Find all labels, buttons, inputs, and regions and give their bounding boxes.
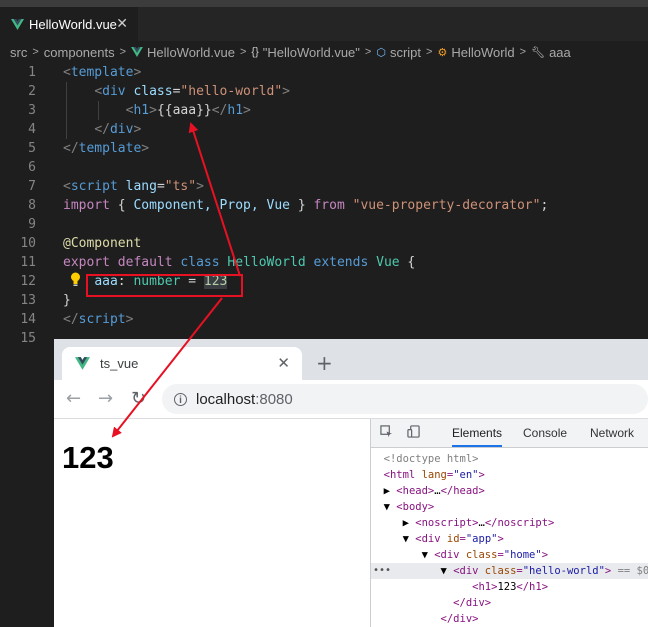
breadcrumb-src[interactable]: src xyxy=(10,45,27,60)
wrench-icon: 🔧︎ xyxy=(531,46,546,59)
url-host: localhost xyxy=(196,390,256,408)
dom-node[interactable]: ▼ <div class="home"> xyxy=(371,547,648,563)
page-heading: 123 xyxy=(62,440,114,475)
class-icon: ⚙ xyxy=(437,46,448,59)
line-number: 6 xyxy=(28,160,36,175)
annotation-highlight-box xyxy=(86,274,243,297)
code-line-11: export default class HelloWorld extends … xyxy=(63,255,416,270)
back-arrow-icon[interactable]: ← xyxy=(66,388,81,409)
vue-favicon-icon xyxy=(75,357,90,370)
inspect-element-icon[interactable] xyxy=(380,425,393,438)
devtools-tab-console[interactable]: Console xyxy=(523,426,567,440)
address-bar[interactable]: i localhost:8080 xyxy=(162,384,648,414)
close-tab-icon[interactable]: ✕ xyxy=(277,354,290,372)
line-number: 8 xyxy=(28,198,36,213)
line-number: 14 xyxy=(20,312,36,327)
line-number: 1 xyxy=(28,65,36,80)
chevron-right-icon: > xyxy=(32,46,39,58)
code-line-2: <div class="hello-world"> xyxy=(94,84,290,99)
braces-icon: {} xyxy=(251,46,259,58)
lightbulb-icon[interactable] xyxy=(70,272,81,287)
chevron-right-icon: > xyxy=(426,46,433,58)
code-line-4: </div> xyxy=(94,122,142,137)
dom-node[interactable]: ▼ <body> xyxy=(371,499,648,515)
chevron-right-icon: > xyxy=(519,46,527,58)
line-number: 11 xyxy=(20,255,36,270)
breadcrumb-module-label: "HelloWorld.vue" xyxy=(262,44,360,60)
reload-icon[interactable]: ↻ xyxy=(131,388,146,409)
editor-tab-label: HelloWorld.vue xyxy=(29,16,117,32)
dom-node[interactable]: <html lang="en"> xyxy=(371,467,648,483)
breadcrumb: src > components > HelloWorld.vue > {} "… xyxy=(0,41,648,63)
line-number: 13 xyxy=(20,293,36,308)
page-viewport: 123 xyxy=(54,419,370,627)
devtools-panel: Elements Console Network <!doctype html>… xyxy=(370,419,648,627)
dom-node[interactable]: ▶ <head>…</head> xyxy=(371,483,648,499)
breadcrumb-file[interactable]: HelloWorld.vue xyxy=(131,45,235,60)
browser-tab-strip: ts_vue ✕ + xyxy=(54,339,648,380)
breadcrumb-class-label: HelloWorld xyxy=(451,44,515,60)
line-number: 10 xyxy=(20,236,36,251)
breadcrumb-components[interactable]: components xyxy=(44,45,115,60)
editor-tab-bar: HelloWorld.vue ✕ xyxy=(0,0,648,41)
line-number: 9 xyxy=(28,217,36,232)
dom-node[interactable]: ▼ <div id="app"> xyxy=(371,531,648,547)
device-toolbar-icon[interactable] xyxy=(407,425,420,438)
devtools-tab-elements[interactable]: Elements xyxy=(452,426,503,447)
code-line-10: @Component xyxy=(63,236,142,251)
code-line-3: <h1>{{aaa}}</h1> xyxy=(125,103,251,118)
breadcrumb-property[interactable]: 🔧︎ aaa xyxy=(531,45,571,60)
cube-icon: ⬡ xyxy=(376,46,386,59)
breadcrumb-module[interactable]: {} "HelloWorld.vue" xyxy=(251,45,360,60)
dom-node[interactable]: <h1>123</h1> xyxy=(371,579,648,595)
breadcrumb-script-label: script xyxy=(389,44,422,60)
line-number: 3 xyxy=(28,103,36,118)
code-line-14: </script> xyxy=(63,312,134,327)
line-number: 2 xyxy=(28,84,36,99)
browser-toolbar: ← → ↻ i localhost:8080 xyxy=(54,380,648,419)
url-port: :8080 xyxy=(255,390,293,408)
vue-file-icon xyxy=(131,47,143,57)
chevron-right-icon: > xyxy=(239,46,247,58)
breadcrumb-script[interactable]: ⬡ script xyxy=(376,45,421,60)
new-tab-button[interactable]: + xyxy=(316,351,333,375)
more-icon[interactable]: ••• xyxy=(373,563,391,579)
code-editor[interactable]: <template> <div class="hello-world"> <h1… xyxy=(63,63,648,348)
dom-tree[interactable]: <!doctype html> <html lang="en"> ▶ <head… xyxy=(371,451,648,627)
browser-window: ts_vue ✕ + ← → ↻ i localhost:8080 123 El… xyxy=(54,339,648,627)
title-strip xyxy=(0,0,648,7)
dom-node[interactable]: ▶ <noscript>…</noscript> xyxy=(371,515,648,531)
dom-node[interactable]: </div> xyxy=(371,595,648,611)
breadcrumb-class[interactable]: ⚙ HelloWorld xyxy=(437,45,514,60)
vue-file-icon xyxy=(11,18,24,30)
chevron-right-icon: > xyxy=(119,46,127,58)
breadcrumb-property-label: aaa xyxy=(549,44,571,60)
breadcrumb-file-label: HelloWorld.vue xyxy=(147,44,235,60)
editor-tab-helloworld[interactable]: HelloWorld.vue ✕ xyxy=(0,7,138,41)
chevron-right-icon: > xyxy=(364,46,372,58)
close-tab-icon[interactable]: ✕ xyxy=(116,15,128,32)
browser-tab-title: ts_vue xyxy=(100,356,139,371)
line-number-gutter: 1 2 3 4 5 6 7 8 9 10 11 12 13 14 15 xyxy=(0,63,48,348)
dom-node[interactable]: </div> xyxy=(371,611,648,627)
forward-arrow-icon[interactable]: → xyxy=(98,388,113,409)
line-number: 15 xyxy=(20,331,36,346)
selected-marker: == $0 xyxy=(617,565,648,577)
line-number: 12 xyxy=(20,274,36,289)
code-line-8: import { Component, Prop, Vue } from "vu… xyxy=(63,198,549,213)
devtools-tab-network[interactable]: Network xyxy=(590,426,634,440)
line-number: 7 xyxy=(28,179,36,194)
info-icon[interactable]: i xyxy=(174,392,187,406)
code-line-1: <template> xyxy=(63,65,142,80)
code-line-7: <script lang="ts"> xyxy=(63,179,204,194)
code-line-5: </template> xyxy=(63,141,150,156)
line-number: 4 xyxy=(28,122,36,137)
line-number: 5 xyxy=(28,141,36,156)
dom-node-selected[interactable]: ••• ▼ <div class="hello-world"> == $0 xyxy=(371,563,648,579)
browser-tab[interactable]: ts_vue ✕ xyxy=(62,347,302,380)
devtools-tab-bar: Elements Console Network xyxy=(371,419,648,448)
dom-node[interactable]: <!doctype html> xyxy=(371,451,648,467)
